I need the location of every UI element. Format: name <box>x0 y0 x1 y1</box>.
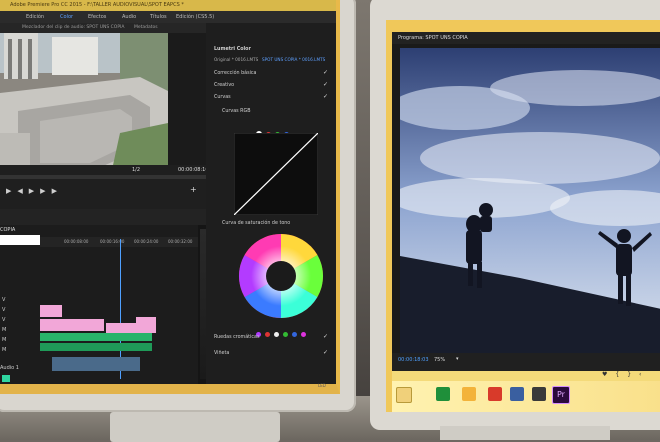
source-zoom-fraction: 1/2 <box>132 167 141 173</box>
step-forward-icon[interactable]: ▶ <box>40 187 51 195</box>
source-panel-tabs: Mezclador del clip de audio: SPOT UNS CO… <box>0 23 206 33</box>
workspace-tab-edicion-cs55[interactable]: Edición (CS5.5) <box>176 11 214 23</box>
add-button-icon[interactable]: + <box>190 185 197 194</box>
premiere-icon[interactable]: Pr <box>552 386 570 404</box>
file-explorer-icon[interactable] <box>396 387 412 403</box>
checkbox-icon[interactable]: ✓ <box>323 349 328 356</box>
timeline-timecode-box[interactable] <box>0 235 40 245</box>
checkbox-icon[interactable]: ✓ <box>323 81 328 88</box>
sequence-selector[interactable]: SPOT UNS COPIA * 0016.LMTS <box>262 57 325 62</box>
video-clip[interactable] <box>40 305 62 317</box>
color-wheel[interactable] <box>236 231 326 321</box>
workspace-tab-titulos[interactable]: Títulos <box>150 11 167 23</box>
video-clip[interactable] <box>136 317 156 333</box>
chevron-down-icon[interactable]: ▾ <box>456 356 459 362</box>
silhouette-sky-image <box>400 48 660 353</box>
rgb-curves-label: Curvas RGB <box>222 109 251 114</box>
workspace-tab-edicion[interactable]: Edición <box>26 11 44 23</box>
building-aerial-image <box>0 33 168 179</box>
windows-taskbar: Pr <box>392 381 660 412</box>
left-monitor-stand <box>110 412 280 442</box>
program-lower-strip: ♥{}‹ <box>392 371 660 381</box>
audio-clip[interactable] <box>52 357 140 371</box>
mark-in-icon[interactable]: ▶ <box>6 187 17 195</box>
program-controls: 00:00:18:03 75% ▾ <box>392 353 660 371</box>
workspace-tab-color[interactable]: Color <box>60 11 73 23</box>
folder-icon[interactable] <box>462 387 476 401</box>
transport-controls: ▶◀▶▶▶ <box>6 187 63 195</box>
clip-selector[interactable]: Original * 0016.LMTS <box>214 57 258 62</box>
brace-right-icon[interactable]: } <box>627 371 639 378</box>
section-color-wheels[interactable]: Ruedas cromáticas <box>214 335 259 340</box>
workspace-tab-audio[interactable]: Audio <box>122 11 136 23</box>
checkbox-icon[interactable]: ✓ <box>323 69 328 76</box>
ruler-mark-2: 00:00:24:00 <box>134 239 159 244</box>
timeline-panel: COPIA 00:00:08:00 00:00:16:00 00:00:24:0… <box>0 225 200 384</box>
ruler-mark-3: 00:00:32:00 <box>168 239 193 244</box>
audio-clip[interactable] <box>40 343 152 351</box>
tab-metadata[interactable]: Metadatos <box>134 23 158 33</box>
right-monitor-screen: Programa: SPOT UNS COPIA 00:00:18:03 75%… <box>386 20 660 412</box>
source-transport-bar: 1/2 00:00:08:16 ▶◀▶▶▶ + <box>0 165 209 209</box>
source-timecode: 00:00:08:16 <box>178 167 209 173</box>
step-back-icon[interactable]: ◀ <box>17 187 28 195</box>
workspace-bar: Edición Color Efectos Audio Títulos Edic… <box>0 11 336 23</box>
track-target-toggle[interactable] <box>2 375 10 382</box>
lumetri-title: Lumetri Color <box>214 47 251 52</box>
ruler-mark-0: 00:00:08:00 <box>64 239 89 244</box>
image-icon[interactable] <box>510 387 524 401</box>
section-curves[interactable]: Curvas <box>214 95 231 100</box>
video-clip[interactable] <box>40 319 104 331</box>
brace-left-icon[interactable]: { <box>615 371 627 378</box>
source-monitor-panel: Mezclador del clip de audio: SPOT UNS CO… <box>0 23 206 188</box>
display-icon[interactable] <box>532 387 546 401</box>
track-headers: VVVMMM <box>2 297 7 353</box>
sequence-name: COPIA <box>0 227 16 233</box>
step-icon[interactable]: ‹ <box>639 371 649 378</box>
monitor-brand-label: LED <box>318 383 326 388</box>
program-video-frame <box>400 48 660 353</box>
program-extra-controls: ♥{}‹ <box>602 371 649 378</box>
lumetri-color-panel: Lumetri Color Original * 0016.LMTS SPOT … <box>206 23 336 384</box>
section-creative[interactable]: Creativo <box>214 83 234 88</box>
mark-out-icon[interactable]: ▶ <box>52 187 63 195</box>
right-monitor-stand <box>440 426 610 440</box>
excel-icon[interactable] <box>436 387 450 401</box>
marker-icon[interactable]: ♥ <box>602 371 615 378</box>
tab-audio-mixer[interactable]: Mezclador del clip de audio: SPOT UNS CO… <box>22 23 124 33</box>
checkbox-icon[interactable]: ✓ <box>323 93 328 100</box>
rgb-curve-graph[interactable] <box>234 133 318 215</box>
hue-sat-label: Curva de saturación de tono <box>222 221 291 226</box>
source-scrub-bar[interactable] <box>0 175 206 179</box>
section-basic-correction[interactable]: Corrección básica <box>214 71 257 76</box>
play-icon[interactable]: ▶ <box>29 187 40 195</box>
program-timecode: 00:00:18:03 <box>398 357 429 363</box>
left-monitor-screen: Adobe Premiere Pro CC 2015 - F:\TALLER A… <box>0 0 340 394</box>
zoom-level-select[interactable]: 75% <box>434 357 445 363</box>
section-vignette[interactable]: Viñeta <box>214 351 229 356</box>
wheel-channel-dots <box>256 322 306 341</box>
audio-track-label: Audio 1 <box>0 365 19 371</box>
media-icon[interactable] <box>488 387 502 401</box>
audio-clip[interactable] <box>40 333 152 341</box>
video-clip[interactable] <box>106 323 136 333</box>
workspace-tab-efectos[interactable]: Efectos <box>88 11 106 23</box>
program-monitor-title: Programa: SPOT UNS COPIA <box>392 32 660 44</box>
source-video-frame <box>0 33 168 179</box>
window-title: Adobe Premiere Pro CC 2015 - F:\TALLER A… <box>0 0 336 11</box>
checkbox-icon[interactable]: ✓ <box>323 333 328 340</box>
